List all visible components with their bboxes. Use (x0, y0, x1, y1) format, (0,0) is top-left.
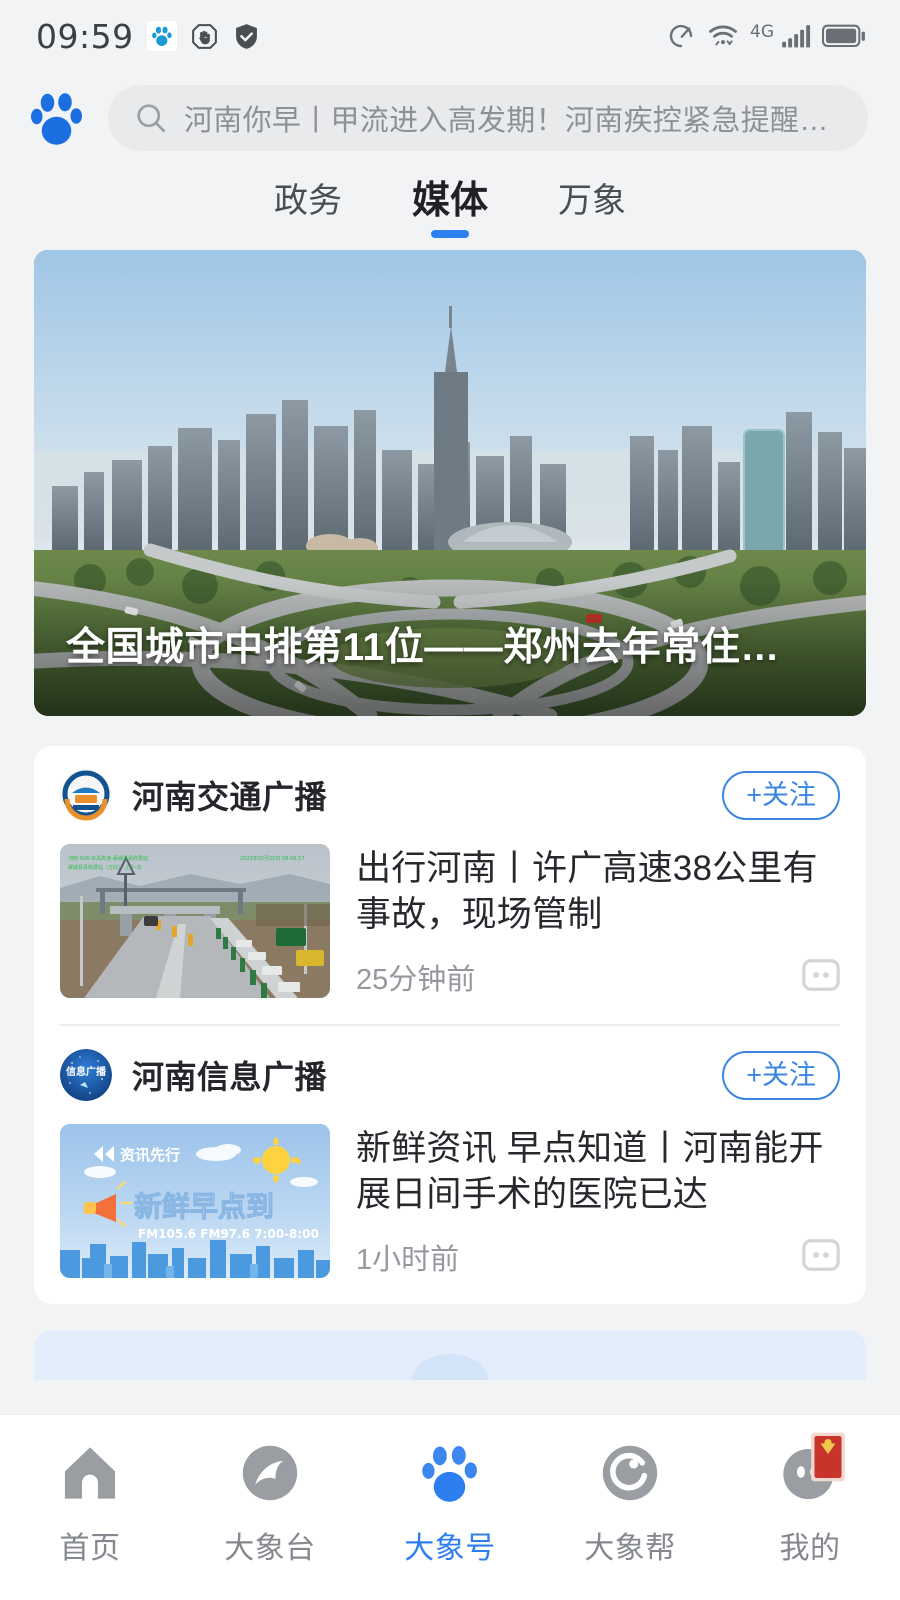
status-bar-right: 4G (666, 20, 866, 52)
bottom-navigation: 首页 大象台 大象号 大象帮 我的 (0, 1414, 900, 1600)
news-body-info: 新鲜资讯 早点知道丨河南能开展日间手术的医院已达 1小时前 (356, 1124, 840, 1278)
home-icon (54, 1437, 126, 1509)
peek-decoration (412, 1354, 488, 1380)
search-placeholder-text: 河南你早丨甲流进入高发期！河南疾控紧急提醒；… (184, 105, 842, 137)
nav-label-broadcast: 大象台 (224, 1532, 316, 1565)
follow-button-traffic[interactable]: +关注 (722, 770, 840, 820)
wifi-icon (707, 20, 739, 52)
media-card: 河南交通广播 +关注 河南-S96-许禹高速-襄城县县收费站 襄城县县收费站（方… (34, 746, 866, 1304)
svg-text:信息广播: 信息广播 (66, 1065, 107, 1078)
do-not-disturb-icon (190, 22, 219, 51)
tab-meiti[interactable]: 媒体 (410, 178, 490, 238)
speedometer-icon (666, 21, 696, 51)
category-tabs: 政务 媒体 万象 (0, 164, 900, 250)
tab-wanxiang-label: 万象 (558, 182, 626, 220)
nav-item-home[interactable]: 首页 (10, 1437, 170, 1567)
tab-meiti-label: 媒体 (411, 180, 488, 222)
nav-label-profile: 我的 (779, 1532, 841, 1565)
news-item-info[interactable]: 资讯先行 新鲜早点到 FM105.6 FM97.6 7:00-8:00 新鲜资讯… (60, 1124, 840, 1304)
svg-text:襄城县县收费站（方向）-上午-东: 襄城县县收费站（方向）-上午-东 (68, 864, 142, 871)
nav-label-help: 大象帮 (584, 1532, 676, 1565)
search-input[interactable]: 河南你早丨甲流进入高发期！河南疾控紧急提醒；… (108, 85, 868, 151)
nav-label-elephant-hao: 大象号 (404, 1532, 496, 1565)
nav-item-help[interactable]: 大象帮 (550, 1437, 710, 1567)
help-circle-icon (594, 1437, 666, 1509)
status-bar: 09:59 4G (0, 0, 900, 72)
tab-zhengwu[interactable]: 政务 (272, 180, 344, 234)
svg-text:新鲜早点到: 新鲜早点到 (134, 1190, 274, 1223)
publisher-row-info[interactable]: 信息广播 河南信息广播 +关注 (60, 1026, 840, 1124)
svg-text:河南-S96-许禹高速-襄城县县收费站: 河南-S96-许禹高速-襄城县县收费站 (68, 855, 148, 862)
battery-icon (822, 23, 866, 49)
feed-scroll-area[interactable]: 全国城市中排第11位——郑州去年常住… 河南交通广播 +关注 河南-S96-许禹… (0, 250, 900, 1414)
news-item-traffic[interactable]: 河南-S96-许禹高速-襄城县县收费站 襄城县县收费站（方向）-上午-东 202… (60, 844, 840, 1024)
hero-banner[interactable]: 全国城市中排第11位——郑州去年常住… (34, 250, 866, 716)
app-root: 09:59 4G 河南你早丨甲流进入高发期！河南疾控紧急提醒；… 政务 媒体 万… (0, 0, 900, 1600)
profile-avatar-icon (774, 1432, 846, 1509)
hongbao-badge (810, 1431, 846, 1483)
news-thumbnail-traffic: 河南-S96-许禹高速-襄城县县收费站 襄城县县收费站（方向）-上午-东 202… (60, 844, 330, 998)
tab-zhengwu-label: 政务 (273, 182, 342, 220)
svg-text:2023年02月20日 08:06:57: 2023年02月20日 08:06:57 (240, 855, 305, 862)
hero-caption: 全国城市中排第11位——郑州去年常住… (66, 626, 780, 669)
comment-icon[interactable] (802, 958, 840, 996)
status-bar-left: 09:59 (36, 17, 261, 56)
nav-item-broadcast[interactable]: 大象台 (190, 1437, 350, 1567)
status-time: 09:59 (36, 16, 134, 56)
nav-item-profile[interactable]: 我的 (730, 1432, 890, 1567)
news-title-info: 新鲜资讯 早点知道丨河南能开展日间手术的医院已达 (356, 1129, 824, 1215)
signal-icon (781, 23, 811, 49)
comment-icon[interactable] (802, 1238, 840, 1276)
nav-item-elephant-号[interactable]: 大象号 (370, 1437, 530, 1567)
nav-label-home: 首页 (59, 1532, 121, 1565)
news-time-traffic: 25分钟前 (356, 964, 476, 996)
news-meta-info: 1小时前 (356, 1236, 840, 1278)
active-tab-underline (430, 230, 469, 238)
shield-check-icon (232, 22, 261, 51)
publisher-row-traffic[interactable]: 河南交通广播 +关注 (60, 746, 840, 844)
news-title-traffic: 出行河南丨许广高速38公里有事故，现场管制 (356, 849, 818, 935)
svg-text:FM105.6 FM97.6 7:00-8:00: FM105.6 FM97.6 7:00-8:00 (138, 1227, 319, 1241)
hninfo-radio-logo: 信息广播 (60, 1049, 112, 1101)
network-type-label: 4G (750, 22, 774, 42)
broadcast-icon (234, 1437, 306, 1509)
publisher-name-traffic: 河南交通广播 (132, 779, 328, 815)
paw-icon (146, 21, 177, 51)
publisher-name-info: 河南信息广播 (132, 1059, 328, 1095)
svg-text:资讯先行: 资讯先行 (120, 1146, 180, 1164)
hntraffic-radio-logo (60, 769, 112, 821)
search-bar: 河南你早丨甲流进入高发期！河南疾控紧急提醒；… (0, 72, 900, 164)
elephant-paw-icon (414, 1437, 486, 1509)
search-icon (134, 101, 168, 135)
news-time-info: 1小时前 (356, 1244, 460, 1276)
news-meta-traffic: 25分钟前 (356, 956, 840, 998)
news-thumbnail-info: 资讯先行 新鲜早点到 FM105.6 FM97.6 7:00-8:00 (60, 1124, 330, 1278)
elephant-paw-logo[interactable] (22, 86, 92, 150)
news-body-traffic: 出行河南丨许广高速38公里有事故，现场管制 25分钟前 (356, 844, 840, 998)
follow-button-info[interactable]: +关注 (722, 1050, 840, 1100)
tab-wanxiang[interactable]: 万象 (556, 180, 628, 234)
next-card-peek[interactable] (34, 1330, 866, 1380)
